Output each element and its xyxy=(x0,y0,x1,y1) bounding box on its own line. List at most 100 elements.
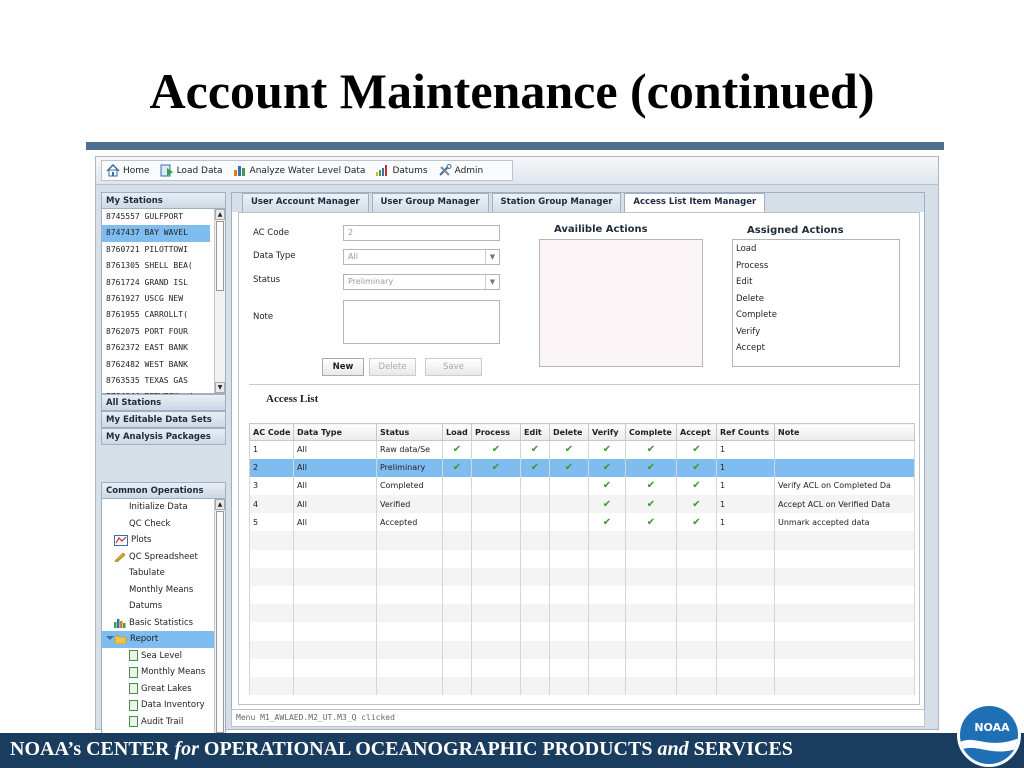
station-list-item[interactable]: 8747437 BAY WAVEL xyxy=(102,225,210,242)
scroll-up-arrow-icon[interactable]: ▲ xyxy=(215,499,225,510)
chevron-down-icon[interactable]: ▼ xyxy=(485,250,499,264)
ac-code-field[interactable]: 2 xyxy=(343,225,500,241)
scroll-up-arrow-icon[interactable]: ▲ xyxy=(215,209,225,220)
station-list-item[interactable]: 8761955 CARROLLT( xyxy=(102,307,210,323)
column-header[interactable]: AC Code xyxy=(249,423,294,441)
operation-item[interactable]: Plots xyxy=(102,532,216,549)
main-panel: User Account Manager User Group Manager … xyxy=(231,192,925,712)
operation-item[interactable]: Monthly Means xyxy=(102,664,216,681)
table-cell: 1 xyxy=(716,440,775,459)
column-header[interactable]: Accept xyxy=(676,423,717,441)
noaa-logo: NOAA xyxy=(957,703,1021,767)
table-cell: 1 xyxy=(716,476,775,496)
all-stations-header[interactable]: All Stations xyxy=(101,394,226,411)
assigned-action-item[interactable]: Process xyxy=(733,258,899,275)
common-operations-header[interactable]: Common Operations xyxy=(101,482,226,499)
bar-chart-icon xyxy=(233,166,245,176)
table-row[interactable]: 1 All Raw data/Se ✔ ✔ ✔ ✔ ✔ ✔ ✔ 1 xyxy=(249,440,915,459)
table-cell: Preliminary xyxy=(376,458,443,477)
new-button[interactable]: New xyxy=(322,358,364,376)
operation-item[interactable]: Audit Trail xyxy=(102,714,216,731)
pencil-icon xyxy=(114,551,126,563)
assigned-action-item[interactable]: Complete xyxy=(733,307,899,324)
table-row[interactable]: 2 All Preliminary ✔ ✔ ✔ ✔ ✔ ✔ ✔ 1 xyxy=(249,458,915,477)
assigned-action-item[interactable]: Verify xyxy=(733,324,899,341)
station-list-item[interactable]: 8761305 SHELL BEA( xyxy=(102,258,210,274)
column-header[interactable]: Status xyxy=(376,423,443,441)
column-header[interactable]: Edit xyxy=(520,423,550,441)
home-button[interactable]: Home xyxy=(106,164,150,177)
station-list-item[interactable]: 8761927 USCG NEW xyxy=(102,291,210,307)
column-header[interactable]: Data Type xyxy=(293,423,377,441)
my-analysis-packages-header[interactable]: My Analysis Packages xyxy=(101,428,226,445)
operation-item[interactable]: Report xyxy=(102,631,216,648)
datums-button[interactable]: Datums xyxy=(375,164,428,177)
operation-item[interactable]: QC Spreadsheet xyxy=(102,549,216,566)
station-list-item[interactable]: 8762482 WEST BANK xyxy=(102,357,210,373)
operation-item[interactable]: Sea Level xyxy=(102,648,216,665)
operation-item[interactable]: Basic Statistics xyxy=(102,615,216,632)
tab-user-group-manager[interactable]: User Group Manager xyxy=(371,193,489,212)
available-actions-list[interactable] xyxy=(539,239,703,367)
tab-access-list-item-manager[interactable]: Access List Item Manager xyxy=(624,193,766,212)
my-stations-header[interactable]: My Stations xyxy=(101,192,226,209)
scroll-down-arrow-icon[interactable]: ▼ xyxy=(215,382,225,393)
tab-station-group-manager[interactable]: Station Group Manager xyxy=(491,193,622,212)
note-textarea[interactable] xyxy=(343,300,500,344)
column-header[interactable]: Note xyxy=(774,423,915,441)
station-list-item[interactable]: 8760721 PILOTTOWI xyxy=(102,242,210,258)
assigned-action-item[interactable]: Load xyxy=(733,241,899,258)
chevron-down-icon[interactable]: ▼ xyxy=(485,275,499,289)
operation-item[interactable]: Tabulate xyxy=(102,565,216,582)
column-header[interactable]: Verify xyxy=(588,423,626,441)
operation-item[interactable]: Great Lakes xyxy=(102,681,216,698)
operation-item[interactable]: Data Inventory xyxy=(102,697,216,714)
table-row[interactable]: 4 All Verified ✔ ✔ ✔ 1 Accept ACL on Verified D… xyxy=(249,495,915,514)
table-row[interactable]: 3 All Completed ✔ ✔ ✔ 1 Verify ACL on Completed… xyxy=(249,476,915,496)
station-list-item[interactable]: 8762372 EAST BANK xyxy=(102,340,210,356)
assigned-action-item[interactable]: Delete xyxy=(733,291,899,308)
operation-item[interactable]: QC Check xyxy=(102,516,216,533)
station-list-item[interactable]: 8762075 PORT FOUR xyxy=(102,324,210,340)
status-select[interactable]: Preliminary ▼ xyxy=(343,274,500,290)
table-cell xyxy=(471,640,521,659)
delete-button[interactable]: Delete xyxy=(369,358,416,376)
my-editable-data-sets-header[interactable]: My Editable Data Sets xyxy=(101,411,226,428)
load-data-button[interactable]: Load Data xyxy=(160,164,223,177)
table-cell xyxy=(293,531,377,550)
station-list-item[interactable]: 8761724 GRAND ISL xyxy=(102,275,210,291)
scroll-thumb[interactable] xyxy=(216,221,224,291)
ops-scrollbar[interactable]: ▲ ▼ xyxy=(214,499,225,746)
table-cell xyxy=(293,604,377,623)
station-list-item[interactable]: 8745557 GULFPORT xyxy=(102,209,210,225)
scroll-thumb[interactable] xyxy=(216,511,224,733)
table-cell xyxy=(471,658,521,677)
operation-item[interactable]: Datums xyxy=(102,598,216,615)
operation-item[interactable]: Initialize Data xyxy=(102,499,216,516)
table-cell xyxy=(293,640,377,659)
check-icon: ✔ xyxy=(520,440,550,459)
station-list-scrollbar[interactable]: ▲ ▼ xyxy=(214,209,225,393)
table-cell xyxy=(293,658,377,677)
save-button[interactable]: Save xyxy=(425,358,482,376)
column-header[interactable]: Ref Counts xyxy=(716,423,775,441)
assigned-actions-list[interactable]: Load Process Edit Delete Complete Verify Accep… xyxy=(732,239,900,367)
tab-user-account-manager[interactable]: User Account Manager xyxy=(242,193,369,212)
column-header[interactable]: Complete xyxy=(625,423,677,441)
assigned-action-item[interactable]: Accept xyxy=(733,340,899,357)
operation-item[interactable]: Monthly Means xyxy=(102,582,216,599)
analyze-water-level-button[interactable]: Analyze Water Level Data xyxy=(233,164,365,177)
column-header[interactable]: Process xyxy=(471,423,521,441)
station-list-item[interactable]: 8763535 TEXAS GAS xyxy=(102,373,210,389)
toolbar: Home Load Data Analyze Water Level Data … xyxy=(96,157,938,185)
column-header[interactable]: Delete xyxy=(549,423,589,441)
table-row[interactable]: 5 All Accepted ✔ ✔ ✔ 1 Unmark accepted data xyxy=(249,513,915,532)
toolbar-group: Home Load Data Analyze Water Level Data … xyxy=(101,160,513,181)
operation-label: Initialize Data xyxy=(129,502,188,512)
data-type-select[interactable]: All ▼ xyxy=(343,249,500,265)
admin-button[interactable]: Admin xyxy=(438,164,483,177)
column-header[interactable]: Load xyxy=(442,423,472,441)
assigned-action-item[interactable]: Edit xyxy=(733,274,899,291)
table-cell xyxy=(442,586,472,605)
table-row xyxy=(249,676,915,696)
